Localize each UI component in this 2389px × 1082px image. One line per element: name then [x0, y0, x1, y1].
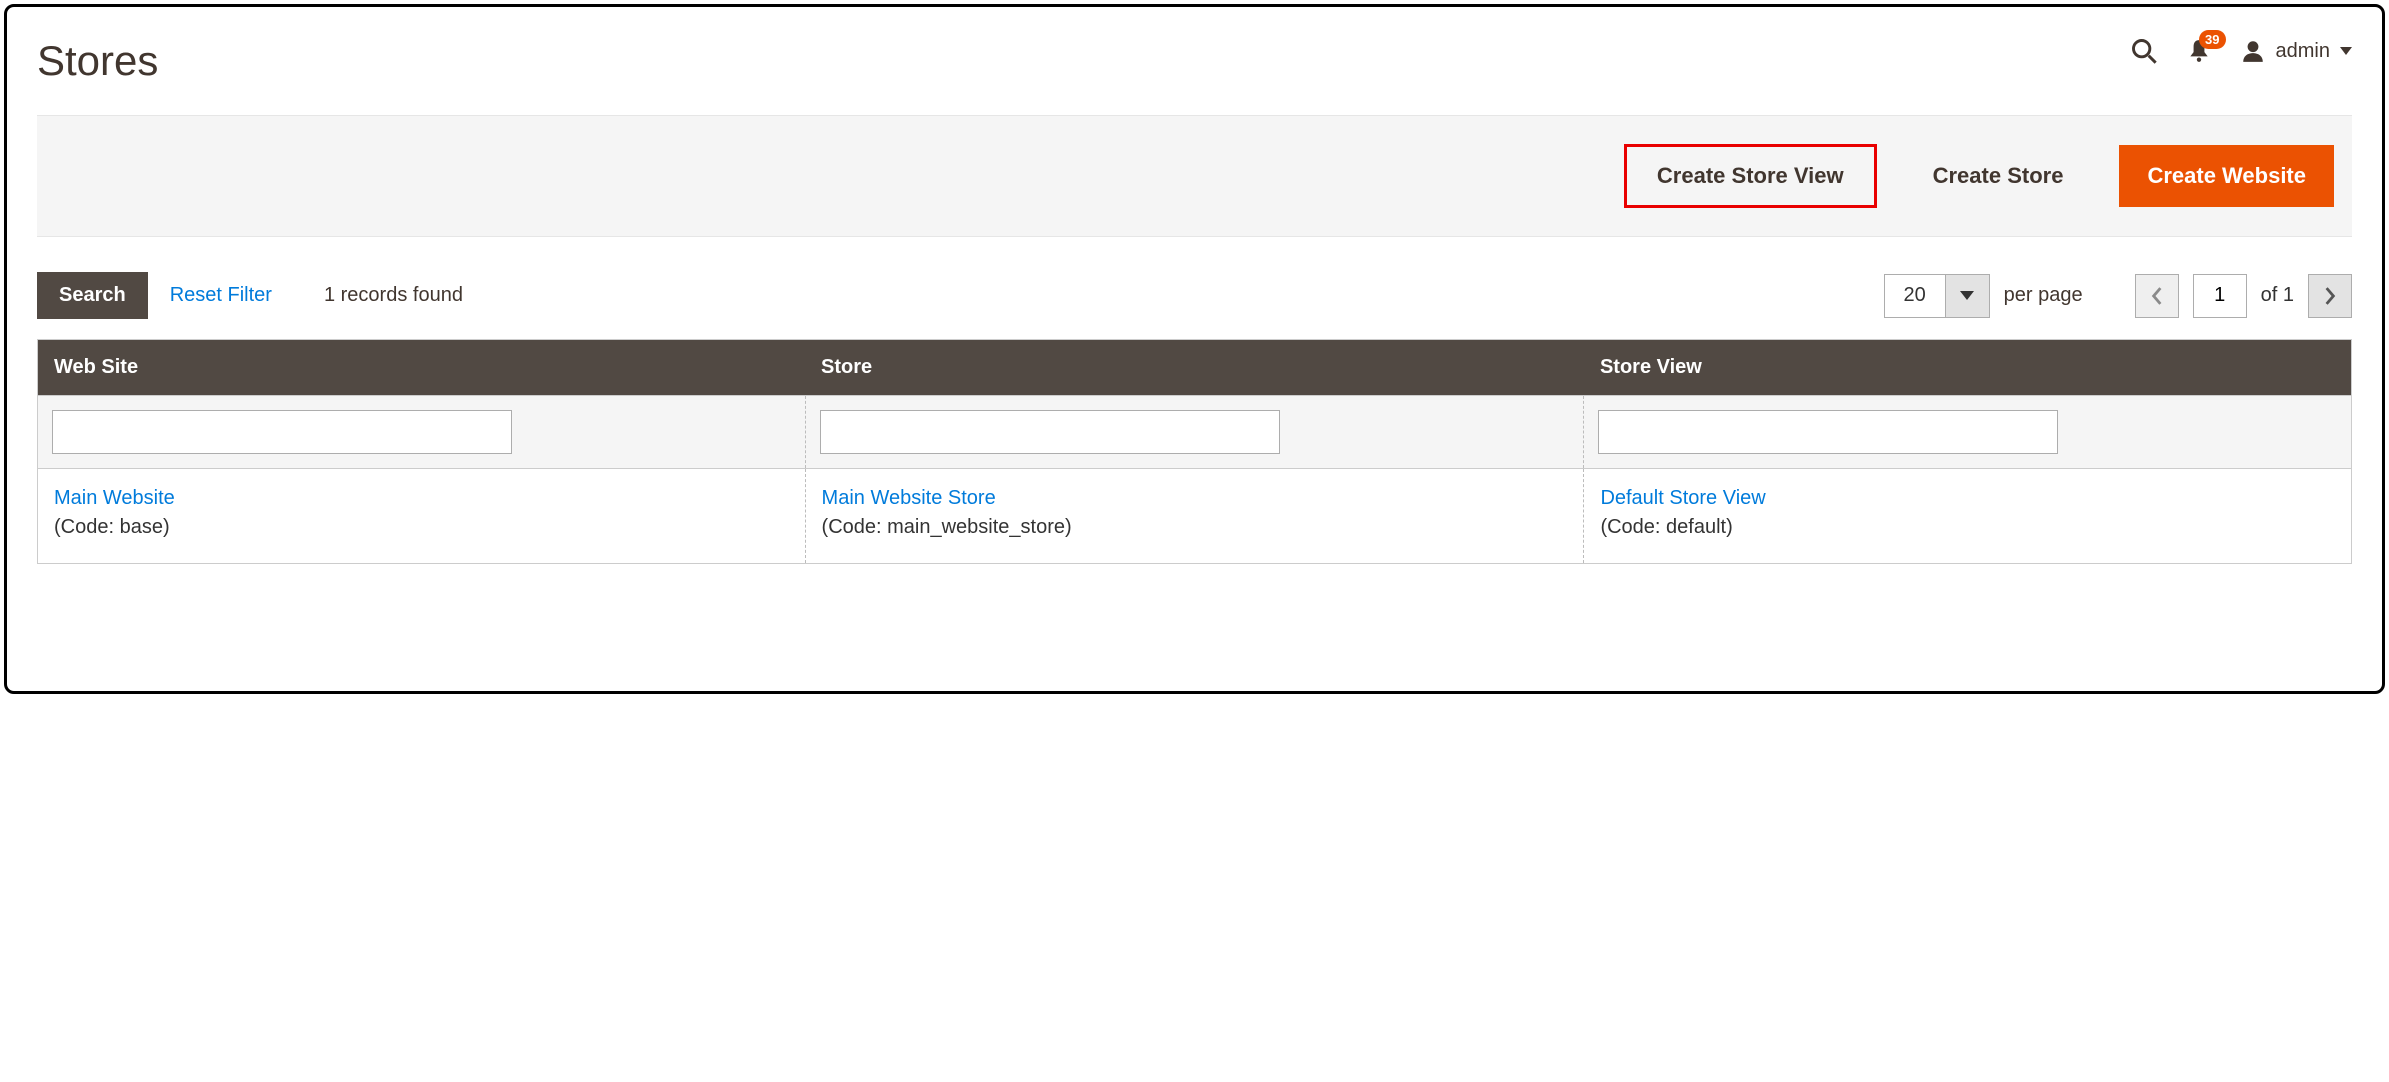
grid-toolbar: Search Reset Filter 1 records found 20 p…	[37, 237, 2352, 339]
records-found-label: 1 records found	[324, 284, 463, 307]
col-header-website[interactable]: Web Site	[38, 340, 806, 396]
notifications-icon[interactable]: 39	[2186, 38, 2212, 64]
col-header-store-view[interactable]: Store View	[1584, 340, 2352, 396]
account-menu[interactable]: admin	[2240, 38, 2352, 64]
filter-store-input[interactable]	[820, 410, 1280, 454]
username-label: admin	[2276, 40, 2330, 63]
page-total-label: of 1	[2261, 284, 2294, 307]
store-view-link[interactable]: Default Store View	[1600, 487, 1765, 510]
per-page-select[interactable]: 20	[1884, 274, 1990, 318]
store-view-code: (Code: default)	[1600, 516, 1732, 538]
reset-filter-link[interactable]: Reset Filter	[170, 284, 272, 307]
create-store-view-button[interactable]: Create Store View	[1624, 144, 1877, 208]
user-icon	[2240, 38, 2266, 64]
per-page-value: 20	[1885, 275, 1945, 317]
page-number-input[interactable]	[2193, 274, 2247, 318]
filter-website-input[interactable]	[52, 410, 512, 454]
store-code: (Code: main_website_store)	[822, 516, 1072, 538]
filter-store-view-input[interactable]	[1598, 410, 2058, 454]
per-page-control: 20 per page	[1884, 274, 2083, 318]
page-header: Stores 39 admin	[37, 27, 2352, 115]
header-tools: 39 admin	[2130, 27, 2352, 65]
stores-grid: Web Site Store Store View Main Website (…	[37, 339, 2352, 564]
pager: of 1	[2135, 274, 2352, 318]
next-page-button[interactable]	[2308, 274, 2352, 318]
store-link[interactable]: Main Website Store	[822, 487, 996, 510]
filter-row	[38, 396, 2352, 469]
create-website-button[interactable]: Create Website	[2119, 145, 2334, 207]
website-code: (Code: base)	[54, 516, 170, 538]
table-row: Main Website (Code: base) Main Website S…	[38, 469, 2352, 564]
website-link[interactable]: Main Website	[54, 487, 175, 510]
search-button[interactable]: Search	[37, 272, 148, 319]
create-store-button[interactable]: Create Store	[1907, 145, 2090, 207]
col-header-store[interactable]: Store	[805, 340, 1584, 396]
per-page-label: per page	[2004, 284, 2083, 307]
dropdown-icon	[1945, 275, 1989, 317]
prev-page-button[interactable]	[2135, 274, 2179, 318]
action-bar: Create Store View Create Store Create We…	[37, 115, 2352, 237]
page-title: Stores	[37, 37, 158, 85]
caret-down-icon	[2340, 47, 2352, 55]
notification-badge: 39	[2199, 30, 2225, 49]
search-icon[interactable]	[2130, 37, 2158, 65]
